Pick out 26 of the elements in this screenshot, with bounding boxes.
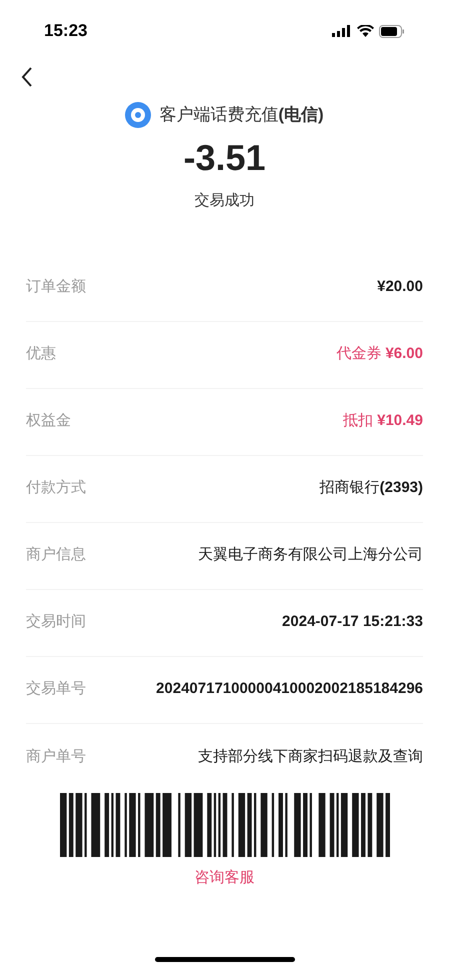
detail-label: 付款方式 xyxy=(26,478,86,498)
wifi-icon xyxy=(357,25,374,37)
merchant-logo-icon xyxy=(125,102,152,128)
signal-icon xyxy=(332,25,352,37)
detail-value: 代金券 ¥6.00 xyxy=(336,344,423,364)
detail-value: 招商银行(2393) xyxy=(320,478,423,498)
detail-value: 20240717100000410002002185184296 xyxy=(156,679,423,700)
detail-value: 支持部分线下商家扫码退款及查询 xyxy=(198,746,423,767)
transaction-status: 交易成功 xyxy=(194,191,254,211)
transaction-amount: -3.51 xyxy=(183,136,266,180)
detail-label: 交易单号 xyxy=(26,679,86,700)
detail-value: 2024-07-17 15:21:33 xyxy=(282,612,423,632)
detail-label: 商户信息 xyxy=(26,545,86,566)
detail-label: 商户单号 xyxy=(26,746,86,767)
back-icon[interactable] xyxy=(20,66,34,88)
battery-icon xyxy=(379,24,405,38)
support-link[interactable]: 咨询客服 xyxy=(194,866,254,889)
detail-label: 权益金 xyxy=(26,411,71,432)
detail-value: 抵扣 ¥10.49 xyxy=(342,411,423,432)
detail-label: 交易时间 xyxy=(26,612,86,632)
status-time: 15:23 xyxy=(44,20,88,42)
detail-label: 优惠 xyxy=(26,344,56,364)
detail-label: 订单金额 xyxy=(26,277,86,298)
merchant-name: 客户端话费充值(电信) xyxy=(159,104,324,126)
detail-value: ¥20.00 xyxy=(377,277,423,298)
detail-value: 天翼电子商务有限公司上海分公司 xyxy=(198,545,423,566)
